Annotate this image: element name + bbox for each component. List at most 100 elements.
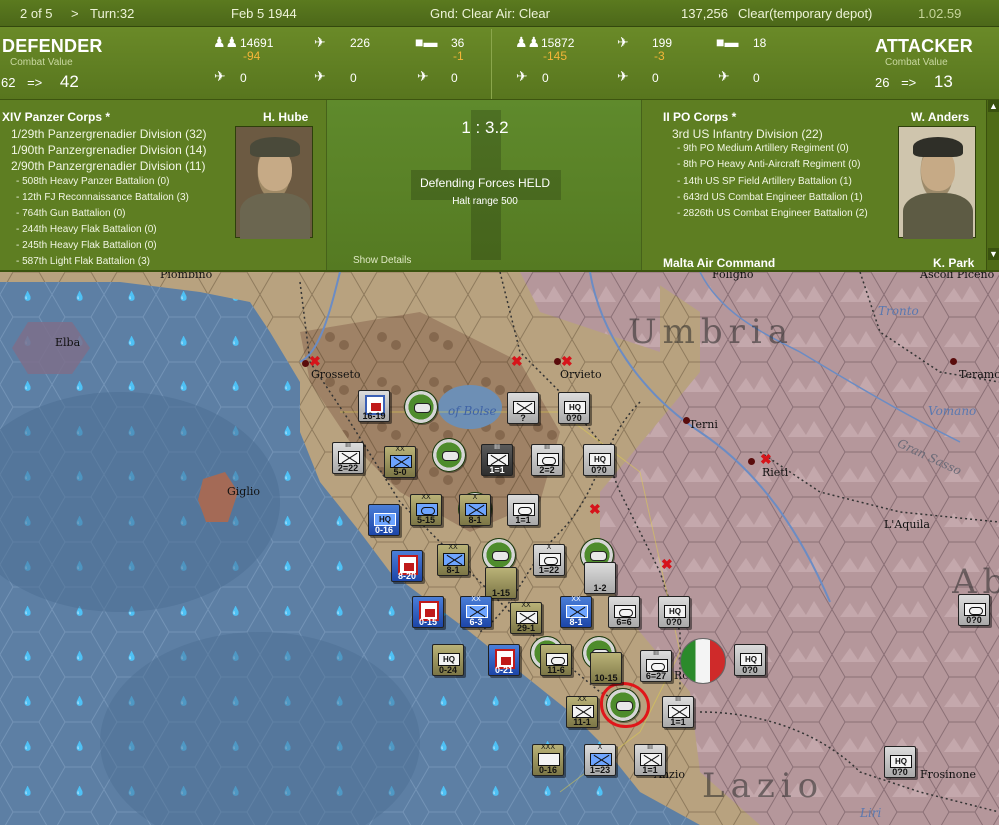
tank-icon: ■▬ — [716, 34, 739, 50]
defender-division[interactable]: 2/90th Panzergrenadier Division (11) — [11, 159, 206, 173]
unit-counter[interactable]: 10-15 — [590, 652, 622, 684]
unit-counter[interactable]: III 6=27 — [640, 650, 672, 682]
attacker-next-corps[interactable]: Malta Air Command — [663, 256, 775, 270]
defender-cv-row: 62 => 42 — [1, 72, 79, 92]
german-armor-unit[interactable] — [432, 438, 466, 472]
unit-strength: 0?0 — [566, 413, 582, 423]
defender-division[interactable]: 1/90th Panzergrenadier Division (14) — [11, 143, 206, 157]
unit-counter[interactable]: III 2=22 — [332, 442, 364, 474]
attacker-cv-label: Combat Value — [885, 57, 948, 68]
unit-size: XX — [471, 596, 481, 603]
combat-marker-icon[interactable]: ✖ — [309, 354, 321, 368]
attacker-battalion[interactable]: - 8th PO Heavy Anti-Aircraft Regiment (0… — [677, 159, 860, 170]
defender-corps-name[interactable]: XIV Panzer Corps * — [2, 110, 110, 124]
defender-battalion[interactable]: - 508th Heavy Panzer Battalion (0) — [16, 176, 169, 187]
unit-counter[interactable]: III 1=1 — [481, 444, 513, 476]
unit-counter[interactable]: X 8-1 — [459, 494, 491, 526]
unit-counter[interactable]: X 1=22 — [533, 544, 565, 576]
unit-counter[interactable]: 6=6 — [608, 596, 640, 628]
defender-battalion[interactable]: - 245th Heavy Flak Battalion (0) — [16, 240, 157, 251]
defender-cv-to: 42 — [59, 72, 79, 91]
unit-counter[interactable]: 0?0 — [958, 594, 990, 626]
unit-strength: 1=23 — [589, 765, 611, 775]
unit-counter[interactable]: 1-15 — [485, 567, 517, 599]
attacker-battalion[interactable]: - 9th PO Medium Artillery Regiment (0) — [677, 143, 849, 154]
unit-counter[interactable]: XXX 0-16 — [532, 744, 564, 776]
defender-battalion[interactable]: - 12th FJ Reconnaissance Battalion (3) — [16, 192, 189, 203]
defender-cv-from: 62 — [1, 75, 16, 90]
combat-marker-icon[interactable]: ✖ — [661, 557, 673, 571]
attacker-battalion[interactable]: - 2826th US Combat Engineer Battalion (2… — [677, 208, 868, 219]
german-armor-unit[interactable] — [404, 390, 438, 424]
unit-strength: 0-16 — [374, 525, 393, 535]
town-label: Frosinone — [920, 768, 976, 781]
attacker-cv-row: 26 => 13 — [875, 72, 953, 92]
unit-counter[interactable]: XX 11-1 — [566, 696, 598, 728]
town-label: Terni — [689, 418, 718, 431]
unit-size: III — [647, 744, 653, 751]
town-marker — [748, 458, 755, 465]
combat-marker-icon[interactable]: ✖ — [760, 452, 772, 466]
scroll-down-icon[interactable]: ▼ — [988, 248, 999, 260]
selected-unit-ring[interactable] — [600, 682, 650, 728]
unit-strength: 8-1 — [446, 565, 460, 575]
attacker-division[interactable]: 3rd US Infantry Division (22) — [672, 127, 823, 141]
unit-counter[interactable]: HQ 0?0 — [558, 392, 590, 424]
unit-counter[interactable]: III 1=1 — [662, 696, 694, 728]
unit-counter[interactable]: XX 5-0 — [384, 446, 416, 478]
attacker-cv-to: 13 — [933, 72, 953, 91]
unit-counter[interactable]: XX 8-1 — [437, 544, 469, 576]
next-turn-arrow[interactable]: > — [71, 6, 79, 21]
unit-counter[interactable]: 16-19 — [358, 390, 390, 422]
show-details-link[interactable]: Show Details — [353, 255, 411, 266]
unit-strength: 0-15 — [418, 617, 437, 627]
unit-counter[interactable]: XX 29-1 — [510, 602, 542, 634]
unit-counter[interactable]: XX 8-1 — [560, 596, 592, 628]
unit-strength: 8-1 — [569, 617, 583, 627]
attacker-men: 15872 — [541, 36, 575, 50]
defender-battalion[interactable]: - 244th Heavy Flak Battalion (0) — [16, 224, 157, 235]
attacker-corps-name[interactable]: II PO Corps * — [663, 110, 736, 124]
unit-counter[interactable]: XX 5-15 — [410, 494, 442, 526]
hex-map[interactable]: 💧 — [0, 272, 999, 825]
unit-counter[interactable]: 1=1 — [507, 494, 539, 526]
unit-counter[interactable]: 1-2 — [584, 562, 616, 594]
unit-counter[interactable]: 8-20 — [391, 550, 423, 582]
unit-counter[interactable]: HQ 0?0 — [734, 644, 766, 676]
combat-marker-icon[interactable]: ✖ — [589, 502, 601, 516]
scroll-up-icon[interactable]: ▲ — [988, 100, 999, 112]
unit-strength: 16-19 — [362, 411, 386, 421]
defender-battalion[interactable]: - 764th Gun Battalion (0) — [16, 208, 126, 219]
unit-counter[interactable]: ? — [507, 392, 539, 424]
unit-counter[interactable]: XX 6-3 — [460, 596, 492, 628]
unit-list-scrollbar[interactable]: ▲ ▼ — [986, 100, 999, 270]
turn-label: Turn:32 — [90, 6, 135, 21]
unit-strength: 1=1 — [642, 765, 658, 775]
unit-counter[interactable]: III 2=2 — [531, 444, 563, 476]
attacker-battalion[interactable]: - 14th US SP Field Artillery Battalion (… — [677, 176, 852, 187]
unit-counter[interactable]: HQ 0?0 — [583, 444, 615, 476]
attacker-title: ATTACKER — [875, 36, 973, 56]
unit-counter[interactable]: HQ 0?0 — [658, 596, 690, 628]
river-label: Liri — [860, 806, 882, 820]
attacker-bombers: 0 — [753, 71, 760, 85]
attacker-battalion[interactable]: - 643rd US Combat Engineer Battalion (1) — [677, 192, 863, 203]
unit-counter[interactable]: X 1=23 — [584, 744, 616, 776]
unit-counter[interactable]: 0-21 — [488, 644, 520, 676]
tank-icon: ■▬ — [415, 34, 438, 50]
combat-marker-icon[interactable]: ✖ — [511, 354, 523, 368]
river-label: Vomano — [928, 404, 977, 418]
unit-counter[interactable]: HQ 0?0 — [884, 746, 916, 778]
unit-counter[interactable]: HQ 0-24 — [432, 644, 464, 676]
unit-counter[interactable]: III 1=1 — [634, 744, 666, 776]
attacker-tanks: 18 — [753, 36, 767, 50]
unit-counter[interactable]: 0-15 — [412, 596, 444, 628]
defender-battalion[interactable]: - 587th Light Flak Battalion (3) — [16, 256, 150, 267]
unit-counter[interactable]: 11-6 — [540, 644, 572, 676]
unit-counter[interactable]: HQ 0-16 — [368, 504, 400, 536]
defender-tanks-delta: -1 — [453, 49, 464, 63]
combat-marker-icon[interactable]: ✖ — [561, 354, 573, 368]
defender-cv-label: Combat Value — [10, 57, 73, 68]
italian-flag-icon[interactable] — [680, 638, 726, 684]
defender-division[interactable]: 1/29th Panzergrenadier Division (32) — [11, 127, 206, 141]
